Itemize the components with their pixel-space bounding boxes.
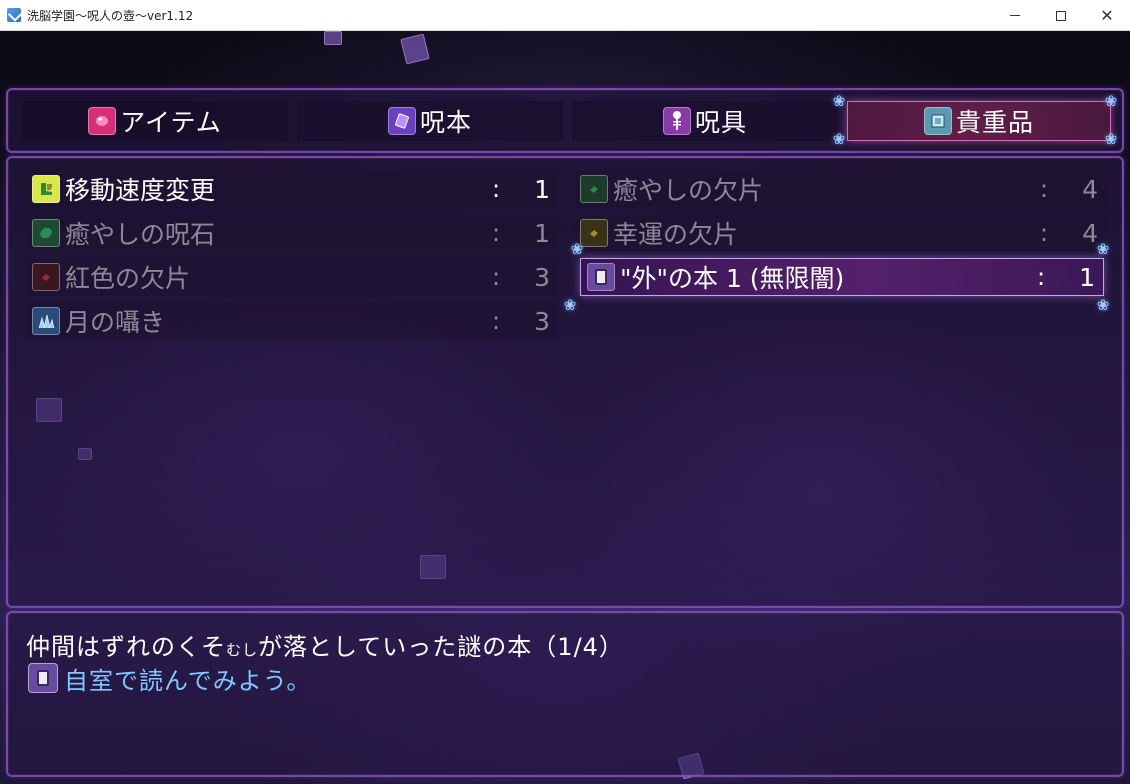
flower-ornament-icon: ❀ [1104,92,1118,110]
flower-ornament-icon: ❀ [570,240,584,258]
green-shard-icon [580,175,608,203]
app-icon [7,8,21,22]
item-quantity: 4 [1082,174,1098,204]
window-controls: ✕ [992,0,1130,31]
item-quantity: 1 [534,218,550,248]
book-icon [28,663,58,693]
list-item[interactable]: 幸運の欠片 : 4 [574,214,1106,252]
red-shard-icon [32,263,60,291]
item-name: 癒やしの呪石 [65,220,216,249]
minimize-icon [1010,15,1020,16]
close-button[interactable]: ✕ [1084,0,1130,31]
book-icon [587,263,615,291]
window-titlebar: 洗脳学園～呪人の壺～ver1.12 ✕ [0,0,1130,31]
item-name: 移動速度変更 [65,176,216,205]
spellbook-icon [387,107,416,135]
tab-valuables[interactable]: 貴重品 [847,101,1111,141]
list-item[interactable]: 癒やしの呪石 : 1 [26,214,558,252]
boot-icon [32,175,60,203]
game-screen: アイテム 呪本 呪具 貴重品 ❀ ❀ ❀ ❀ 移動速度変更: 1 癒やしの呪石… [0,31,1130,784]
item-quantity: 1 [1079,262,1095,292]
maximize-button[interactable] [1038,0,1084,31]
list-item[interactable]: 月の囁き : 3 [26,302,558,340]
item-name: "外"の本 1 (無限闇) [620,264,845,293]
flower-ornament-icon: ❀ [1096,296,1110,314]
description-ruby-text: むし [226,641,259,659]
floating-page-decoration [400,33,430,65]
item-name: 幸運の欠片 [613,220,739,249]
item-description-panel: 仲間はずれのくそむしが落としていった謎の本（1/4） 自室で読んでみよう。 [6,611,1124,777]
item-separator: : [491,307,501,335]
flower-ornament-icon: ❀ [563,296,577,314]
item-separator: : [491,175,501,203]
description-text: 仲間はずれのくそむしが落としていった謎の本（1/4） [26,627,624,662]
skeleton-icon [662,107,691,135]
minimize-button[interactable] [992,0,1038,31]
item-quantity: 1 [534,174,550,204]
description-hint: 自室で読んでみよう。 [28,661,311,695]
tab-label: 貴重品 [955,108,1034,137]
item-separator: : [1039,175,1049,203]
list-item[interactable]: 紅色の欠片 : 3 [26,258,558,296]
item-name: 癒やしの欠片 [613,176,764,205]
item-separator: : [491,263,501,291]
item-name: 月の囁き [65,308,166,337]
flower-ornament-icon: ❀ [832,130,846,148]
tab-spellbook[interactable]: 呪本 [297,101,563,141]
item-separator: : [491,219,501,247]
description-text-part: 仲間はずれのくそ [26,633,226,661]
description-text-part: が落としていった謎の本（1/4） [258,633,624,661]
item-quantity: 3 [534,306,550,336]
tab-item[interactable]: アイテム [22,101,288,141]
list-item[interactable]: 移動速度変更 : 1 [26,170,558,208]
close-icon: ✕ [1100,5,1114,25]
item-list-panel: 移動速度変更 : 1 癒やしの呪石 : 1 紅色の欠片 : 3 月の囁き : 3… [6,156,1124,608]
category-tabs-panel: アイテム 呪本 呪具 貴重品 ❀ ❀ ❀ ❀ [6,88,1124,153]
item-quantity: 3 [534,262,550,292]
item-quantity: 4 [1082,218,1098,248]
tab-label: 呪具 [694,108,747,137]
item-separator: : [1039,219,1049,247]
flower-ornament-icon: ❀ [1096,240,1110,258]
gem-icon [88,107,117,135]
green-stone-icon [32,219,60,247]
list-item[interactable]: 癒やしの欠片 : 4 [574,170,1106,208]
tab-label: アイテム [120,108,222,137]
maximize-icon [1056,10,1066,21]
item-separator: : [1036,263,1046,291]
valuable-icon [923,107,952,135]
description-hint-text: 自室で読んでみよう。 [64,666,312,695]
flower-ornament-icon: ❀ [832,92,846,110]
list-item-selected[interactable]: "外"の本 1 (無限闇) : 1 [580,258,1104,296]
item-name: 紅色の欠片 [65,264,191,293]
tab-curse-tool[interactable]: 呪具 [572,101,838,141]
window-title: 洗脳学園～呪人の壺～ver1.12 [27,8,194,23]
blue-crystal-icon [32,307,60,335]
tab-label: 呪本 [419,108,472,137]
floating-page-decoration [324,31,342,45]
flower-ornament-icon: ❀ [1104,130,1118,148]
